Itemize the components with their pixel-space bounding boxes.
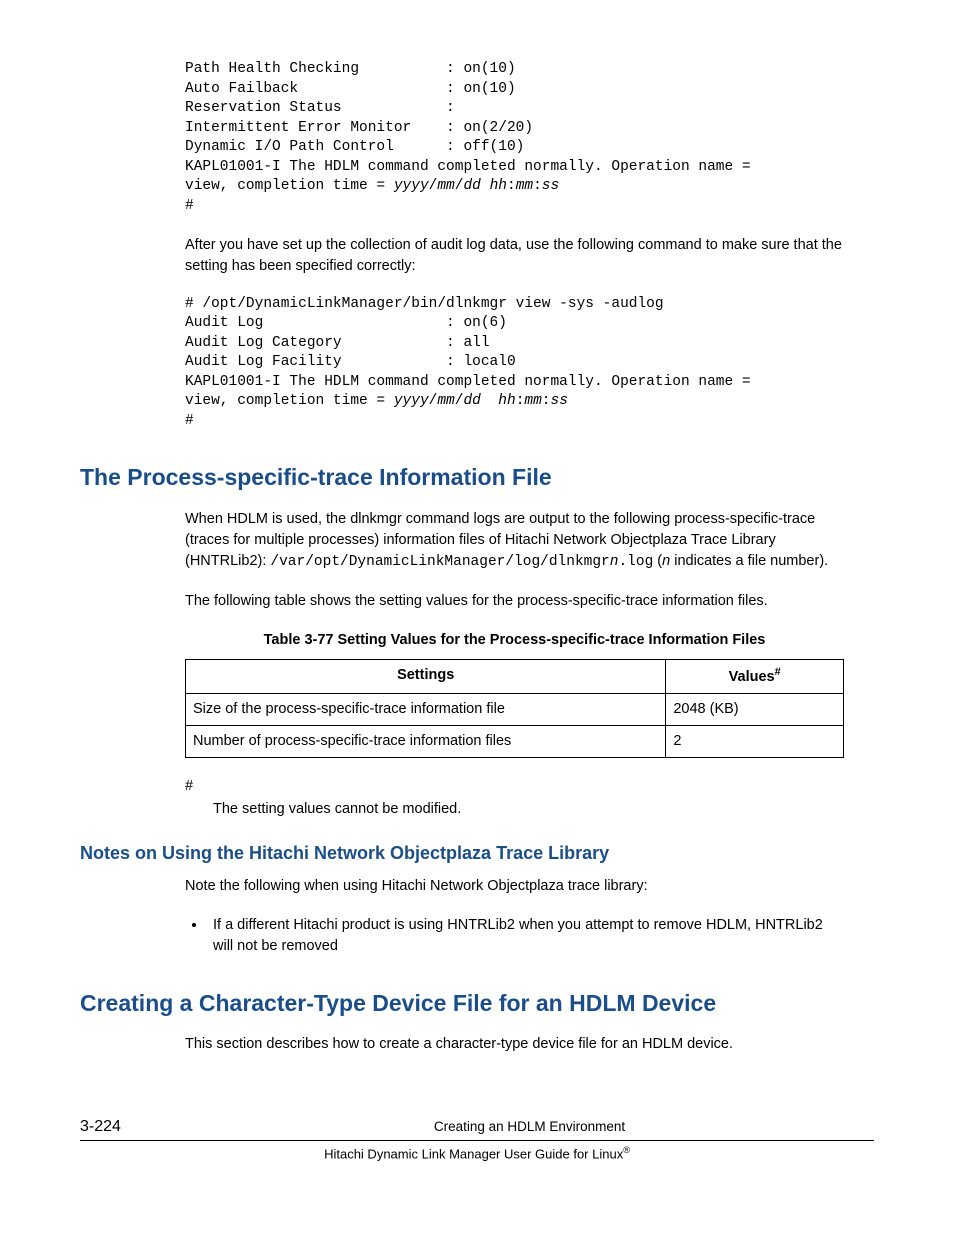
paragraph: The following table shows the setting va… <box>185 591 844 612</box>
th-values: Values# <box>666 659 844 693</box>
th-settings: Settings <box>186 659 666 693</box>
code-block-1: Path Health Checking : on(10) Auto Failb… <box>185 60 844 217</box>
table-row: Size of the process-specific-trace infor… <box>186 693 844 725</box>
table-row: Number of process-specific-trace informa… <box>186 725 844 757</box>
bullet-list: If a different Hitachi product is using … <box>185 915 844 957</box>
footer-section-title: Creating an HDLM Environment <box>185 1117 874 1137</box>
table-caption: Table 3-77 Setting Values for the Proces… <box>185 630 844 651</box>
footnote-text: The setting values cannot be modified. <box>213 799 844 820</box>
code-block-2: # /opt/DynamicLinkManager/bin/dlnkmgr vi… <box>185 295 844 432</box>
paragraph: This section describes how to create a c… <box>185 1034 844 1055</box>
paragraph: When HDLM is used, the dlnkmgr command l… <box>185 509 844 573</box>
paragraph: After you have set up the collection of … <box>185 235 844 277</box>
heading-process-file: The Process-specific-trace Information F… <box>80 461 874 494</box>
heading-character-device: Creating a Character-Type Device File fo… <box>80 987 874 1020</box>
list-item: If a different Hitachi product is using … <box>207 915 844 957</box>
footer-doc-title: Hitachi Dynamic Link Manager User Guide … <box>80 1144 874 1164</box>
page-number: 3-224 <box>80 1115 185 1138</box>
footnote-hash: # <box>185 776 844 797</box>
values-table: Settings Values# Size of the process-spe… <box>185 659 844 758</box>
paragraph: Note the following when using Hitachi Ne… <box>185 876 844 897</box>
heading-notes-hntr: Notes on Using the Hitachi Network Objec… <box>80 840 874 866</box>
page-footer: 3-224 Creating an HDLM Environment Hitac… <box>80 1115 874 1164</box>
